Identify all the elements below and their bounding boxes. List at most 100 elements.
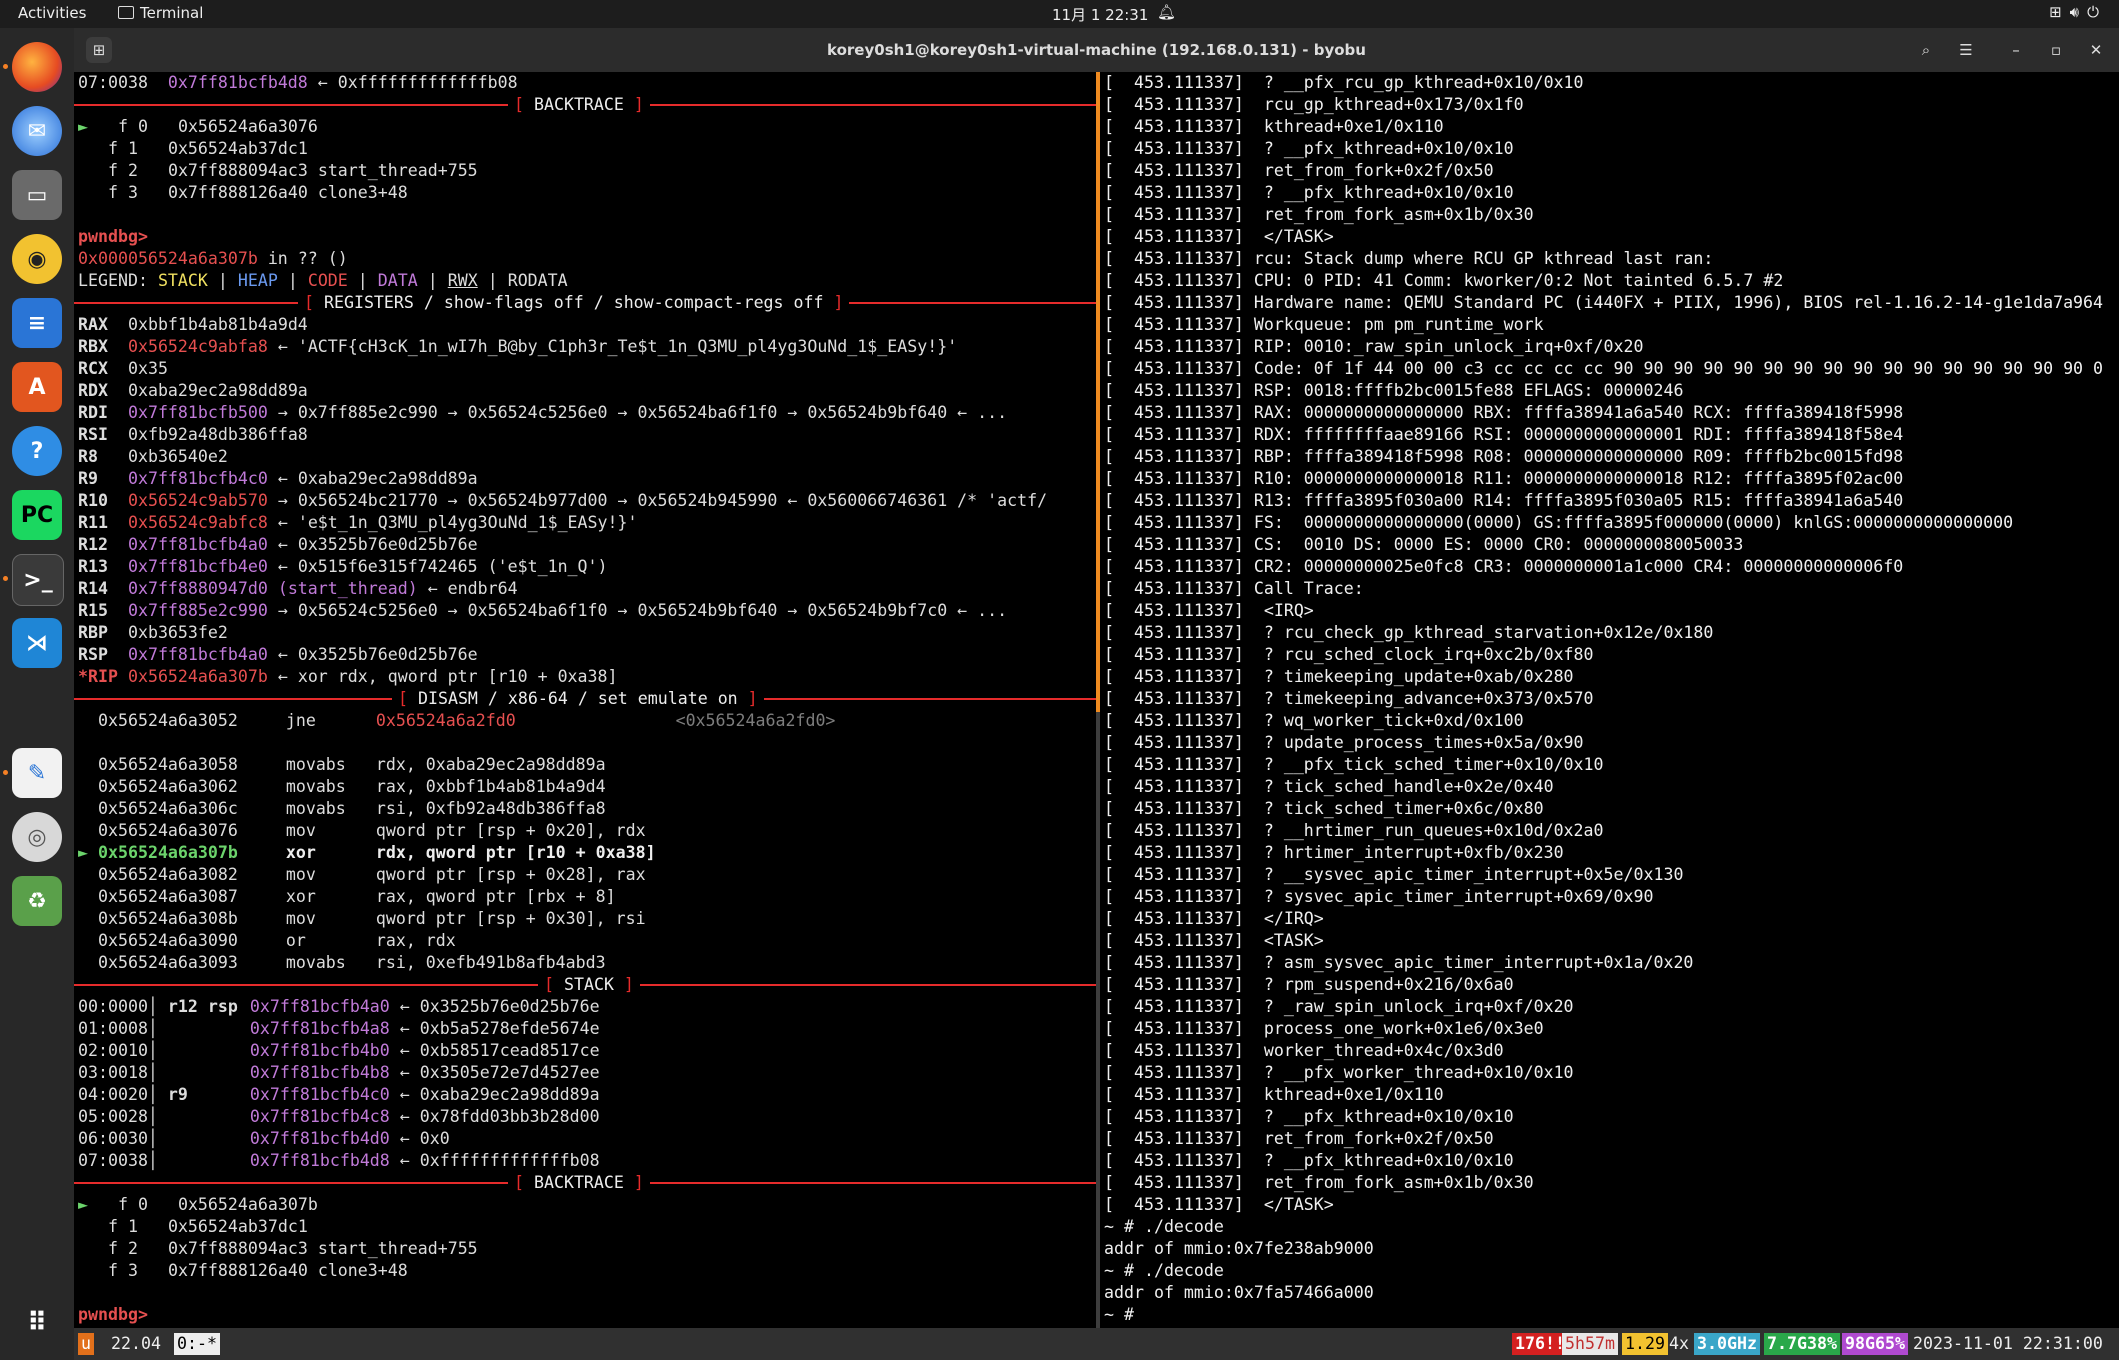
instruction-address: 0x56524a6a3076: [98, 821, 238, 840]
kernel-log-line: [ 453.111337] </TASK>: [1104, 227, 1334, 246]
terminal-icon: [118, 6, 134, 19]
kernel-log-pane[interactable]: [ 453.111337] ? __pfx_rcu_gp_kthread+0x1…: [1100, 72, 2119, 1328]
files-icon[interactable]: ▭: [12, 170, 62, 220]
help-icon[interactable]: ?: [12, 426, 62, 476]
register-rdx: RDX 0xaba29ec2a98dd89a: [78, 380, 318, 402]
register-value: 0xb36540e2: [127, 447, 228, 466]
frame-index: f 2: [107, 161, 138, 180]
kernel-log-line: [ 453.111337] ret_from_fork_asm+0x1b/0x3…: [1104, 1173, 1534, 1192]
instruction-address: 0x56524a6a307b: [98, 843, 238, 862]
terminal-icon[interactable]: >_: [12, 554, 64, 606]
writer-icon[interactable]: ≡: [12, 298, 62, 348]
minimize-button[interactable]: –: [2001, 36, 2031, 64]
register-deref: ← 0x3525b76e0d25b76e: [277, 535, 478, 554]
instruction-mnemonic: xor: [285, 843, 316, 862]
register-deref: ← endbr64: [427, 579, 518, 598]
app-menu[interactable]: Terminal: [118, 4, 203, 22]
system-tray[interactable]: ⊞🔊︎⏻: [2049, 3, 2107, 21]
frame-address: 0x56524ab37dc1: [167, 139, 308, 158]
register-name: R11: [78, 513, 108, 532]
instruction-address: 0x56524a6a3052: [98, 711, 238, 730]
stack-offset: 02:0010: [78, 1041, 148, 1060]
register-deref: → 0x56524bc21770 → 0x56524b977d00 → 0x56…: [277, 491, 1048, 510]
stack-address: 0x7ff81bcfb4d8: [249, 1151, 390, 1170]
frame-address: 0x56524a6a307b: [177, 1195, 318, 1214]
disasm-line: 0x56524a6a3087 xor rax, qword ptr [rbx + …: [78, 886, 775, 908]
app-name: Terminal: [140, 4, 204, 22]
thunderbird-icon[interactable]: ✉: [12, 106, 62, 156]
disasm-header: [ DISASM / x86-64 / set emulate on ]: [74, 688, 1096, 710]
disasm-line: 0x56524a6a3052 jne 0x56524a6a2fd0 <0x5652…: [78, 710, 835, 732]
stack-address: 0x7ff81bcfb4d0: [249, 1129, 390, 1148]
text-editor-icon[interactable]: ✎: [12, 748, 62, 798]
updates-count: 176!!: [1512, 1333, 1568, 1355]
frame-symbol: clone3+48: [317, 1261, 408, 1280]
frame-address: 0x7ff888126a40: [167, 1261, 308, 1280]
kernel-log-line: ~ # ./decode: [1104, 1217, 1224, 1236]
software-icon[interactable]: A: [12, 362, 62, 412]
register-name: RDI: [78, 403, 108, 422]
date-time: 2023-11-01 22:31:00: [1913, 1334, 2103, 1353]
pycharm-icon[interactable]: PC: [12, 490, 62, 540]
kernel-log-line: [ 453.111337] ret_from_fork_asm+0x1b/0x3…: [1104, 205, 1534, 224]
kernel-log-line: [ 453.111337] ? sysvec_apic_timer_interr…: [1104, 887, 1654, 906]
pwndbg-prompt: pwndbg>: [78, 227, 148, 246]
activities-button[interactable]: Activities: [18, 4, 86, 22]
register-name: *RIP: [78, 667, 118, 686]
show-apps-icon[interactable]: ⠿: [12, 1298, 62, 1348]
backtrace-frame: ► f 0 0x56524a6a3076: [78, 116, 328, 138]
register-deref: → 0x7ff885e2c990 → 0x56524c5256e0 → 0x56…: [277, 403, 1008, 422]
frame-symbol: clone3+48: [317, 183, 408, 202]
register-value: 0x56524a6a307b: [127, 667, 268, 686]
instruction-operands: rdx, qword ptr [r10 + 0xa38]: [375, 843, 656, 862]
stack-separator: │: [147, 1151, 168, 1170]
disasm-line: 0x56524a6a306c movabs rsi, 0xfb92a48db386…: [78, 798, 765, 820]
clock[interactable]: 11月 1 22:31: [1052, 4, 1148, 25]
kernel-log-line: [ 453.111337] FS: 0000000000000000(0000)…: [1104, 513, 2014, 532]
close-button[interactable]: ✕: [2081, 36, 2111, 64]
register-r9: R9 0x7ff81bcfb4c0 ← 0xaba29ec2a98dd89a: [78, 468, 478, 490]
stack-entry: 00:0000│ r12 rsp 0x7ff81bcfb4a0 ← 0x3525…: [78, 996, 600, 1018]
window-title: korey0sh1@korey0sh1-virtual-machine (192…: [827, 41, 1366, 59]
backtrace-frame: f 1 0x56524ab37dc1: [78, 138, 318, 160]
disasm-line: 0x56524a6a3062 movabs rax, 0xbbf1b4ab81b4…: [78, 776, 765, 798]
window-tab[interactable]: 0:-*: [174, 1333, 220, 1355]
firefox-icon[interactable]: [12, 42, 62, 92]
kernel-log-line: [ 453.111337] ? hrtimer_interrupt+0xfb/0…: [1104, 843, 1564, 862]
kernel-log-line: [ 453.111337] </TASK>: [1104, 1195, 1334, 1214]
network-icon: ⊞: [2049, 3, 2070, 21]
instruction-operands: rsi, 0xefb491b8afb4abd3: [375, 953, 606, 972]
instruction-operands: qword ptr [rsp + 0x28], rax: [375, 865, 646, 884]
kernel-log-line: [ 453.111337] <TASK>: [1104, 931, 1324, 950]
register-name: R14: [78, 579, 108, 598]
instruction-address: 0x56524a6a308b: [98, 909, 238, 928]
instruction-address: 0x56524a6a3062: [98, 777, 238, 796]
kernel-log-line: addr of mmio:0x7fa57466a000: [1104, 1283, 1374, 1302]
maximize-button[interactable]: ▫: [2041, 36, 2071, 64]
disc-icon[interactable]: ◎: [12, 812, 62, 862]
frame-index: f 0: [117, 1195, 148, 1214]
register-value: 0x35: [127, 359, 168, 378]
terminal-titlebar: ⊞ korey0sh1@korey0sh1-virtual-machine (1…: [74, 28, 2119, 72]
register-name: R12: [78, 535, 108, 554]
frame-index: f 3: [107, 183, 138, 202]
stack-register: r12 rsp: [167, 997, 238, 1016]
instruction-operands: rdx, 0xaba29ec2a98dd89a: [375, 755, 606, 774]
kernel-log-line: [ 453.111337] </IRQ>: [1104, 909, 1324, 928]
trash-icon[interactable]: ♻: [12, 876, 62, 926]
instruction-comment: <0x56524a6a2fd0>: [675, 711, 836, 730]
register-deref: ← 0xaba29ec2a98dd89a: [277, 469, 478, 488]
rhythmbox-icon[interactable]: ◉: [12, 234, 62, 284]
menu-icon[interactable]: ☰: [1951, 36, 1981, 64]
vscode-icon[interactable]: ⋊: [12, 618, 62, 668]
kernel-log-line: [ 453.111337] ? _raw_spin_unlock_irq+0xf…: [1104, 997, 1574, 1016]
kernel-log-line: [ 453.111337] rcu: Stack dump where RCU …: [1104, 249, 1714, 268]
pwndbg-pane[interactable]: 07:0038 0x7ff81bcfb4d8 ← 0xfffffffffffff…: [74, 72, 1096, 1328]
instruction-operands: qword ptr [rsp + 0x30], rsi: [375, 909, 646, 928]
frame-address: 0x7ff888094ac3: [167, 161, 308, 180]
register-value: 0xb3653fe2: [127, 623, 228, 642]
register-rcx: RCX 0x35: [78, 358, 178, 380]
backtrace-frame: ► f 0 0x56524a6a307b: [78, 1194, 328, 1216]
register-r15: R15 0x7ff885e2c990 → 0x56524c5256e0 → 0x…: [78, 600, 1007, 622]
search-icon[interactable]: ⌕: [1911, 36, 1941, 64]
